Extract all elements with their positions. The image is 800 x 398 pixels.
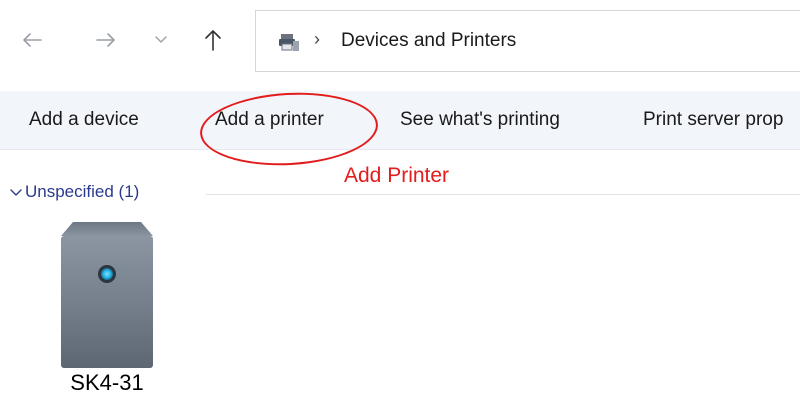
up-button[interactable] xyxy=(199,24,227,56)
arrow-left-icon xyxy=(23,33,42,47)
devices-printers-icon xyxy=(279,34,299,51)
arrow-right-icon xyxy=(96,33,115,47)
print-server-properties-button[interactable]: Print server prop xyxy=(643,109,783,131)
device-item[interactable]: SK4-31 xyxy=(50,218,164,398)
see-whats-printing-button[interactable]: See what's printing xyxy=(400,109,560,131)
forward-button[interactable] xyxy=(92,24,120,56)
annotation-label: Add Printer xyxy=(344,164,450,187)
navigation-bar: › Devices and Printers xyxy=(0,0,800,84)
group-header-unspecified[interactable]: Unspecified (1) xyxy=(25,182,139,202)
collapse-chevron-icon[interactable] xyxy=(9,186,23,200)
chevron-down-icon xyxy=(155,36,167,43)
arrow-up-icon xyxy=(205,30,221,51)
command-bar: Add a device Add a printer See what's pr… xyxy=(0,91,800,150)
address-bar[interactable]: › Devices and Printers xyxy=(255,10,800,72)
add-device-button[interactable]: Add a device xyxy=(29,109,139,131)
computer-tower-icon xyxy=(61,222,153,368)
recent-locations-button[interactable] xyxy=(147,24,175,56)
back-button[interactable] xyxy=(18,24,46,56)
device-name: SK4-31 xyxy=(70,370,144,395)
group-divider xyxy=(206,194,800,195)
breadcrumb-separator: › xyxy=(314,29,320,49)
breadcrumb-devices-and-printers[interactable]: Devices and Printers xyxy=(341,30,516,52)
